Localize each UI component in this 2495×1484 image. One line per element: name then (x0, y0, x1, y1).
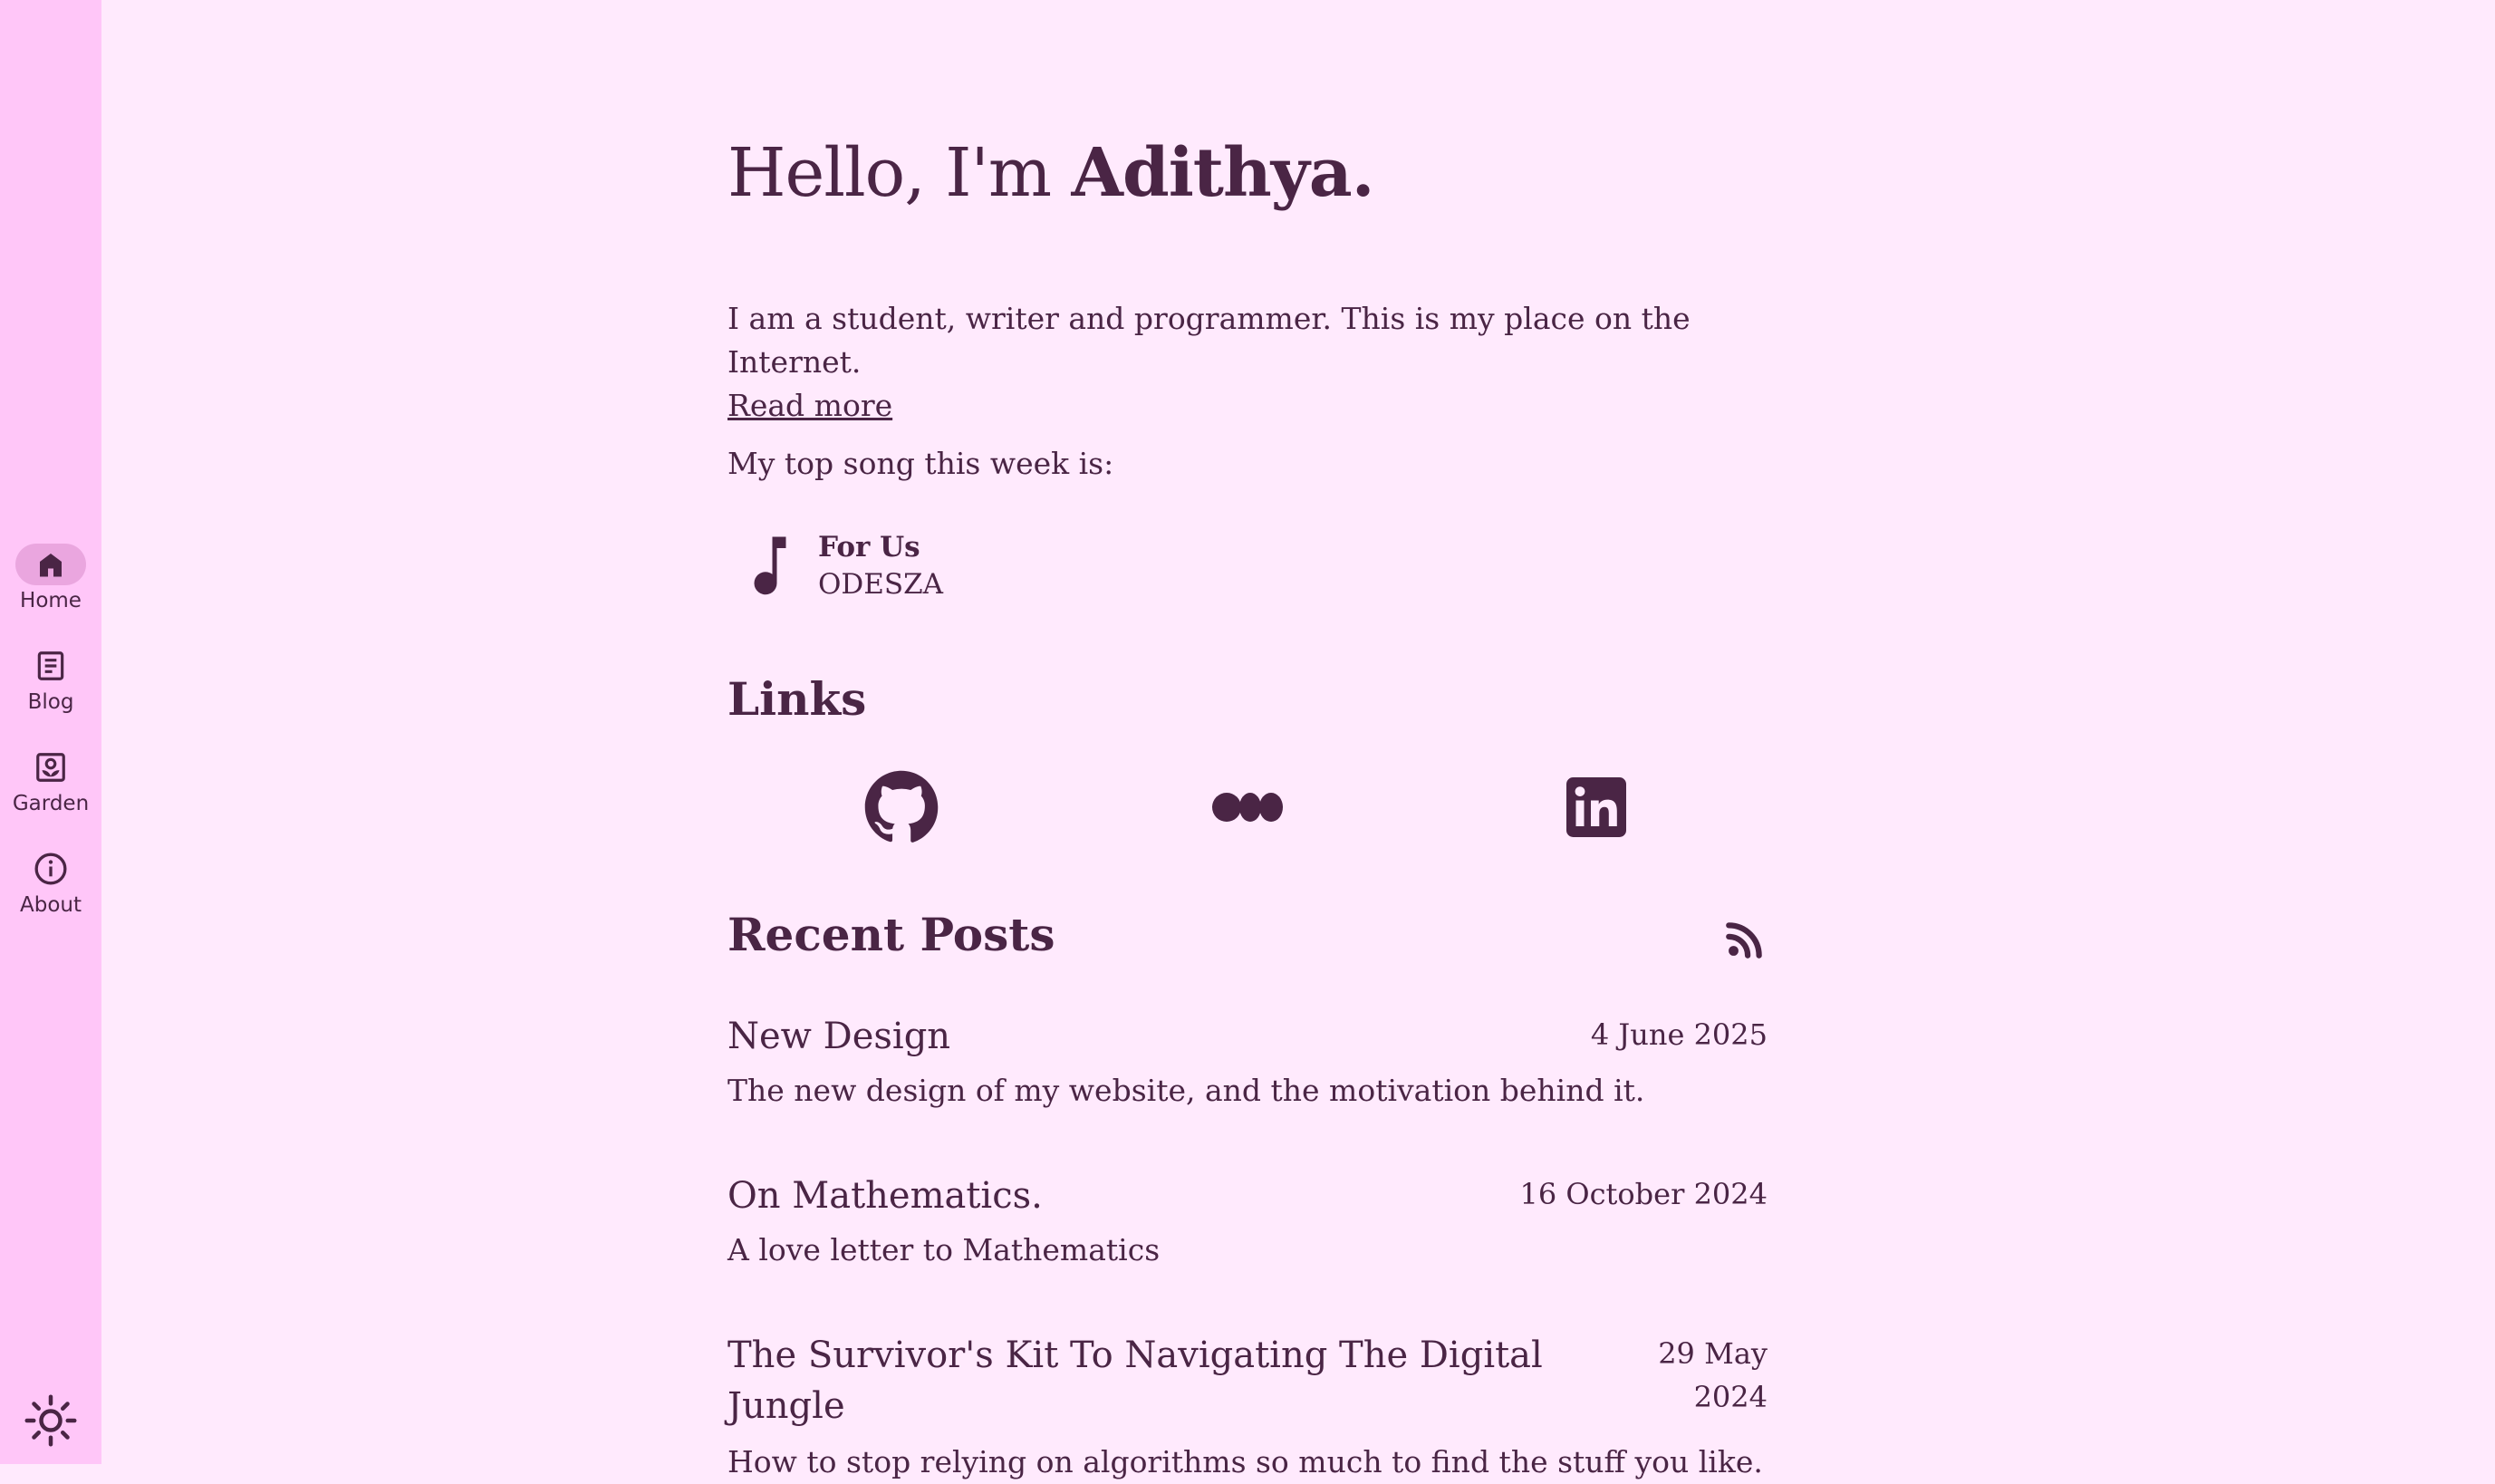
nav-item-home[interactable]: Home (0, 544, 101, 612)
nav-item-about[interactable]: About (0, 848, 101, 917)
post-date: 29 May 2024 (1658, 1336, 1768, 1414)
page-title: Hello, I'm Adithya. (727, 134, 1374, 212)
links-row (727, 766, 1768, 848)
nav-pill-blog (15, 645, 86, 687)
github-link[interactable] (861, 766, 942, 848)
read-more-link[interactable]: Read more (727, 384, 892, 428)
post-date: 4 June 2025 (1590, 1017, 1768, 1052)
medium-icon (1212, 793, 1283, 822)
music-note-icon (731, 527, 809, 605)
info-icon (34, 853, 67, 885)
article-icon (37, 651, 64, 680)
greeting-text: Hello, I'm (727, 134, 1072, 212)
nav-label-garden: Garden (12, 792, 90, 815)
nav-item-garden[interactable]: Garden (0, 747, 101, 815)
sidebar-nav: Home Blog Garden About (0, 0, 101, 1464)
nav-label-home: Home (20, 589, 82, 612)
home-icon (40, 554, 62, 577)
github-icon (864, 770, 939, 843)
post-item[interactable]: New Design 4 June 2025 The new design of… (727, 1011, 1768, 1120)
nav-label-blog: Blog (27, 690, 74, 714)
nav-active-indicator (15, 544, 86, 585)
links-heading: Links (727, 672, 867, 726)
sun-icon (24, 1394, 77, 1447)
nav-label-about: About (19, 893, 82, 917)
post-item[interactable]: On Mathematics. 16 October 2024 A love l… (727, 1171, 1768, 1279)
nav-pill-about (15, 848, 86, 890)
song-intro-text: My top song this week is: (727, 446, 1114, 481)
post-description: The new design of my website, and the mo… (727, 1073, 1645, 1108)
rss-icon (1726, 922, 1762, 959)
top-song: For Us ODESZA (727, 527, 943, 605)
post-description: How to stop relying on algorithms so muc… (727, 1444, 1763, 1479)
post-date: 16 October 2024 (1519, 1177, 1768, 1211)
intro-text: I am a student, writer and programmer. T… (727, 301, 1691, 380)
name-text: Adithya. (1071, 134, 1375, 212)
nav-item-blog[interactable]: Blog (0, 645, 101, 714)
linkedin-icon (1566, 777, 1626, 837)
garden-icon (36, 753, 65, 782)
nav-pill-garden (15, 747, 86, 788)
post-title[interactable]: New Design (727, 1011, 950, 1062)
post-description: A love letter to Mathematics (727, 1232, 1161, 1267)
recent-posts-heading: Recent Posts (727, 908, 1055, 961)
post-title[interactable]: The Survivor's Kit To Navigating The Dig… (727, 1330, 1543, 1431)
linkedin-link[interactable] (1556, 766, 1637, 848)
song-title: For Us (818, 531, 920, 564)
rss-feed-link[interactable] (1722, 917, 1768, 962)
medium-link[interactable] (1208, 766, 1289, 848)
post-item[interactable]: The Survivor's Kit To Navigating The Dig… (727, 1330, 1768, 1479)
theme-toggle-button[interactable] (24, 1393, 78, 1448)
song-artist: ODESZA (818, 568, 944, 601)
post-title[interactable]: On Mathematics. (727, 1171, 1043, 1221)
